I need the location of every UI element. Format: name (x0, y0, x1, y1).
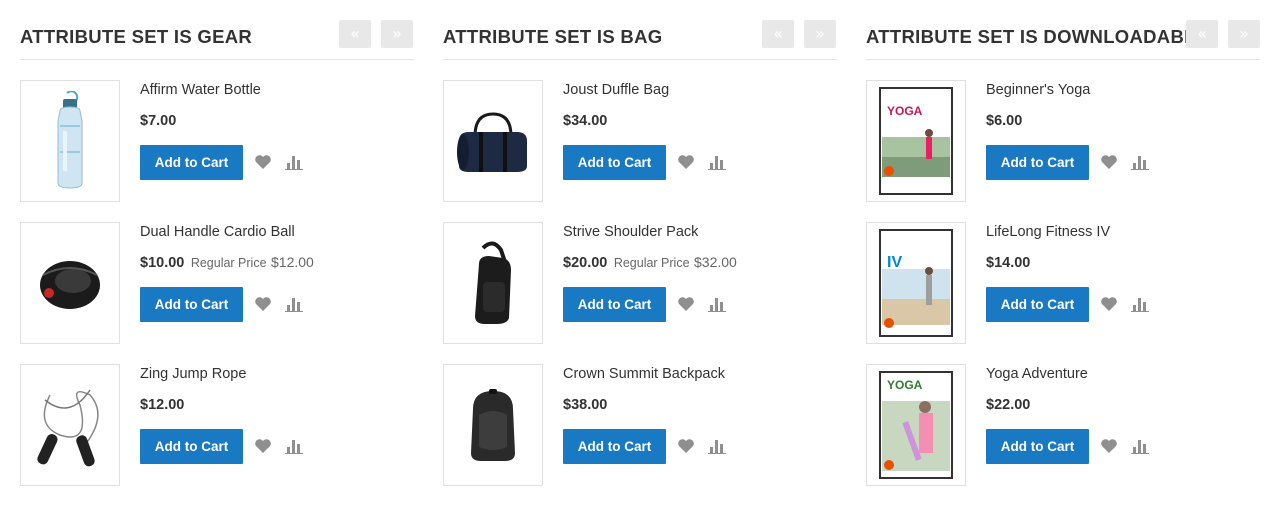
add-to-cart-button[interactable]: Add to Cart (563, 287, 666, 322)
compare-bars-icon[interactable] (285, 154, 303, 170)
add-to-cart-button[interactable]: Add to Cart (986, 287, 1089, 322)
product-name-link[interactable]: Crown Summit Backpack (563, 366, 725, 382)
product-block-bag: ATTRIBUTE SET IS BAG « » Joust Duffle Ba… (443, 0, 837, 506)
block-header: ATTRIBUTE SET IS GEAR « » (20, 18, 414, 60)
product-item: Dual Handle Cardio Ball $10.00 Regular P… (20, 222, 414, 344)
price-box: $12.00 (140, 396, 184, 414)
add-to-cart-button[interactable]: Add to Cart (140, 145, 243, 180)
block-header: ATTRIBUTE SET IS BAG « » (443, 18, 837, 60)
regular-price-label: Regular Price (613, 256, 690, 270)
final-price: $6.00 (986, 113, 1023, 129)
product-name-link[interactable]: Strive Shoulder Pack (563, 224, 698, 240)
heart-icon[interactable] (254, 154, 272, 170)
heart-icon[interactable] (254, 296, 272, 312)
final-price: $12.00 (140, 397, 185, 413)
final-price: $20.00 (563, 255, 608, 271)
product-image-yoga-adventure-dvd[interactable]: YOGA (866, 364, 966, 486)
compare-bars-icon[interactable] (708, 438, 726, 454)
product-item: Affirm Water Bottle $7.00 Add to Cart (20, 80, 414, 202)
block-title: ATTRIBUTE SET IS DOWNLOADABLE (866, 26, 1209, 47)
product-image-backpack[interactable] (443, 364, 543, 486)
regular-price-label: Regular Price (190, 256, 267, 270)
final-price: $38.00 (563, 397, 608, 413)
product-image-jump-rope[interactable] (20, 364, 120, 486)
add-to-cart-button[interactable]: Add to Cart (986, 429, 1089, 464)
product-name-link[interactable]: Zing Jump Rope (140, 366, 246, 382)
heart-icon[interactable] (254, 438, 272, 454)
heart-icon[interactable] (1100, 154, 1118, 170)
carousel-prev-button[interactable]: « (1186, 20, 1218, 48)
compare-bars-icon[interactable] (708, 296, 726, 312)
product-image-yoga-dvd[interactable]: YOGA (866, 80, 966, 202)
block-header: ATTRIBUTE SET IS DOWNLOADABLE « » (866, 18, 1260, 60)
heart-icon[interactable] (1100, 296, 1118, 312)
product-item: Joust Duffle Bag $34.00 Add to Cart (443, 80, 837, 202)
compare-bars-icon[interactable] (285, 296, 303, 312)
product-item: IV LifeLong Fitness IV $14.00 Add to Car… (866, 222, 1260, 344)
product-item: Zing Jump Rope $12.00 Add to Cart (20, 364, 414, 486)
price-box: $34.00 (563, 112, 607, 130)
carousel-prev-button[interactable]: « (339, 20, 371, 48)
carousel-next-button[interactable]: » (804, 20, 836, 48)
price-box: $14.00 (986, 254, 1030, 272)
heart-icon[interactable] (1100, 438, 1118, 454)
block-title: ATTRIBUTE SET IS GEAR (20, 26, 253, 47)
price-box: $20.00 Regular Price $32.00 (563, 254, 737, 272)
regular-price: $12.00 (271, 254, 314, 270)
price-box: $6.00 (986, 112, 1022, 130)
product-item: Strive Shoulder Pack $20.00 Regular Pric… (443, 222, 837, 344)
final-price: $14.00 (986, 255, 1031, 271)
compare-bars-icon[interactable] (1131, 438, 1149, 454)
final-price: $34.00 (563, 113, 608, 129)
cover-text: YOGA (887, 104, 923, 118)
product-name-link[interactable]: Beginner's Yoga (986, 82, 1090, 98)
add-to-cart-button[interactable]: Add to Cart (986, 145, 1089, 180)
add-to-cart-button[interactable]: Add to Cart (140, 429, 243, 464)
product-name-link[interactable]: Dual Handle Cardio Ball (140, 224, 295, 240)
product-name-link[interactable]: LifeLong Fitness IV (986, 224, 1110, 240)
product-item: Crown Summit Backpack $38.00 Add to Cart (443, 364, 837, 486)
final-price: $7.00 (140, 113, 177, 129)
product-block-gear: ATTRIBUTE SET IS GEAR « » Affirm Water B… (20, 0, 414, 506)
carousel-next-button[interactable]: » (381, 20, 413, 48)
regular-price: $32.00 (694, 254, 737, 270)
heart-icon[interactable] (677, 438, 695, 454)
product-name-link[interactable]: Affirm Water Bottle (140, 82, 261, 98)
heart-icon[interactable] (677, 296, 695, 312)
product-image-water-bottle[interactable] (20, 80, 120, 202)
price-box: $38.00 (563, 396, 607, 414)
add-to-cart-button[interactable]: Add to Cart (563, 429, 666, 464)
cover-text: YOGA (887, 378, 923, 392)
compare-bars-icon[interactable] (708, 154, 726, 170)
price-box: $22.00 (986, 396, 1030, 414)
product-image-duffle-bag[interactable] (443, 80, 543, 202)
compare-bars-icon[interactable] (285, 438, 303, 454)
carousel-prev-button[interactable]: « (762, 20, 794, 48)
carousel-next-button[interactable]: » (1228, 20, 1260, 48)
final-price: $10.00 (140, 255, 185, 271)
product-image-fitness-dvd[interactable]: IV (866, 222, 966, 344)
add-to-cart-button[interactable]: Add to Cart (140, 287, 243, 322)
heart-icon[interactable] (677, 154, 695, 170)
compare-bars-icon[interactable] (1131, 154, 1149, 170)
product-item: YOGA Yoga Adventure $22.00 Add to Cart (866, 364, 1260, 486)
add-to-cart-button[interactable]: Add to Cart (563, 145, 666, 180)
cover-text: IV (887, 254, 902, 271)
product-name-link[interactable]: Joust Duffle Bag (563, 82, 669, 98)
final-price: $22.00 (986, 397, 1031, 413)
block-title: ATTRIBUTE SET IS BAG (443, 26, 663, 47)
product-image-shoulder-pack[interactable] (443, 222, 543, 344)
price-box: $7.00 (140, 112, 176, 130)
product-image-cardio-ball[interactable] (20, 222, 120, 344)
compare-bars-icon[interactable] (1131, 296, 1149, 312)
product-name-link[interactable]: Yoga Adventure (986, 366, 1088, 382)
product-block-downloadable: ATTRIBUTE SET IS DOWNLOADABLE « » YOGA B… (866, 0, 1260, 506)
price-box: $10.00 Regular Price $12.00 (140, 254, 314, 272)
product-item: YOGA Beginner's Yoga $6.00 Add to Cart (866, 80, 1260, 202)
